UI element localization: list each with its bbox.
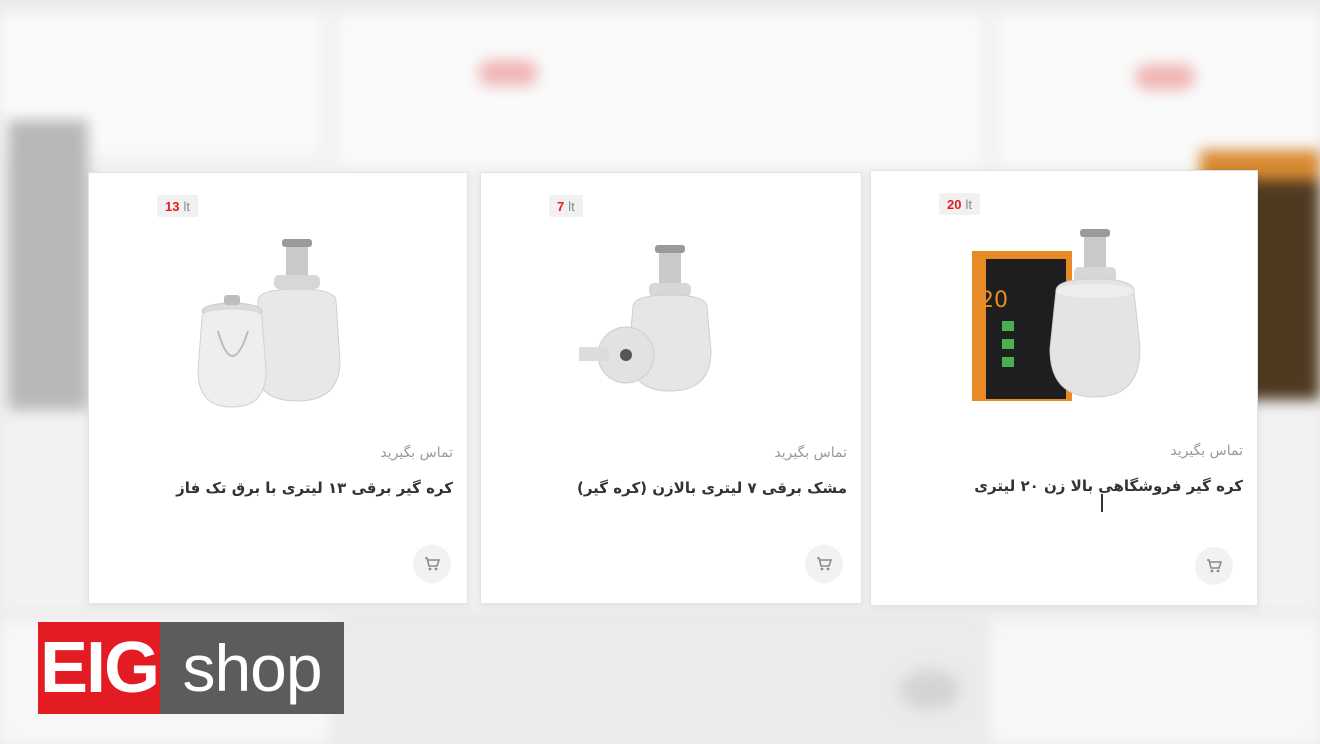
capacity-unit: lt [965, 196, 972, 212]
svg-text:20: 20 [980, 288, 1008, 313]
butter-churn-with-pot-icon[interactable] [178, 231, 378, 431]
contact-label[interactable]: تماس بگیرید [774, 445, 847, 461]
logo-part-grey: shop [160, 622, 344, 714]
product-card[interactable]: 13 lt تماس بگیرید کره گیر برقی ۱۳ لیتری … [88, 172, 468, 604]
product-card[interactable]: 20 lt 20 تماس بگیرید کره گیر فروشگاهی با… [870, 170, 1258, 606]
contact-label[interactable]: تماس بگیرید [1170, 443, 1243, 459]
butter-churn-with-box-icon[interactable]: 20 [964, 229, 1164, 429]
capacity-badge: 13 lt [157, 195, 198, 217]
product-title[interactable]: کره گیر برقی ۱۳ لیتری با برق تک فاز [103, 479, 453, 497]
capacity-unit: lt [568, 198, 575, 214]
eigshop-logo: EIG shop [38, 622, 344, 714]
text-cursor [1101, 494, 1103, 512]
shopping-cart-icon [817, 557, 832, 571]
capacity-value: 7 [557, 198, 565, 214]
add-to-cart-button[interactable] [1195, 547, 1233, 585]
butter-churn-with-motor-icon[interactable] [571, 231, 771, 431]
capacity-badge: 20 lt [939, 193, 980, 215]
capacity-badge: 7 lt [549, 195, 583, 217]
capacity-unit: lt [183, 198, 190, 214]
product-card[interactable]: 7 lt تماس بگیرید مشک برقی ۷ لیتری بالازن… [480, 172, 862, 604]
shopping-cart-icon [1207, 559, 1222, 573]
add-to-cart-button[interactable] [413, 545, 451, 583]
product-title[interactable]: مشک برقی ۷ لیتری بالازن (کره گیر) [495, 479, 847, 497]
shopping-cart-icon [425, 557, 440, 571]
contact-label[interactable]: تماس بگیرید [380, 445, 453, 461]
logo-part-red: EIG [38, 622, 160, 714]
product-title[interactable]: کره گیر فروشگاهی بالا زن ۲۰ لیتری [885, 477, 1243, 495]
capacity-value: 20 [947, 196, 962, 212]
capacity-value: 13 [165, 198, 180, 214]
add-to-cart-button[interactable] [805, 545, 843, 583]
